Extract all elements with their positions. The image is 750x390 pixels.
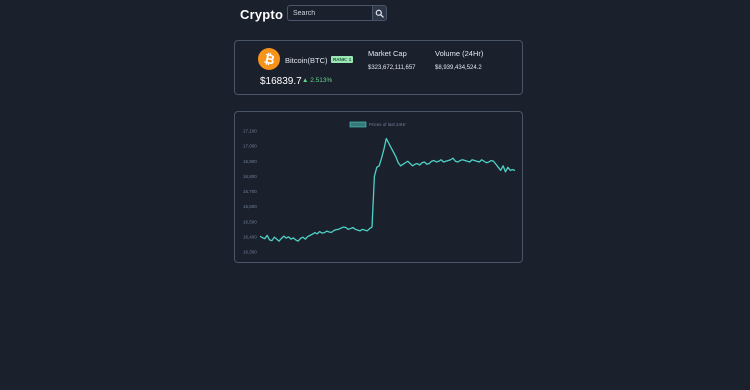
coin-info-card: ₿ Bitcoin(BTC) RANK: 1 $16839.7 ▲ 2.513%…: [234, 40, 523, 95]
y-tick-label: 17,000: [243, 144, 257, 149]
price-series-line: [259, 137, 516, 242]
y-tick-label: 16,600: [243, 204, 257, 209]
search-bar: [287, 5, 387, 21]
y-tick-label: 16,800: [243, 174, 257, 179]
app-header: Crypto: [240, 5, 283, 23]
bitcoin-icon: ₿: [258, 48, 280, 70]
market-cap-label: Market Cap: [368, 49, 407, 58]
price-change: ▲ 2.513%: [302, 77, 332, 84]
volume-value: $8,939,434,524.2: [435, 65, 482, 71]
coin-name: Bitcoin(BTC): [285, 56, 328, 65]
legend-label: Prices of last 24Hr: [369, 122, 406, 127]
volume-label: Volume (24Hr): [435, 49, 484, 58]
search-input[interactable]: [287, 5, 372, 21]
price-chart-card: 16,300 16,400 16,500 16,600 16,700 16,800 16,9…: [234, 111, 523, 263]
arrow-up-icon: ▲: [302, 77, 309, 84]
market-cap-value: $323,672,111,657: [368, 65, 416, 71]
coin-price: $16839.7: [260, 76, 302, 87]
y-tick-label: 16,900: [243, 159, 257, 164]
price-change-value: 2.513%: [310, 77, 333, 84]
price-chart: 16,300 16,400 16,500 16,600 16,700 16,800 16,9…: [243, 121, 516, 255]
y-tick-label: 16,500: [243, 219, 257, 224]
app-title: Crypto: [240, 6, 284, 22]
y-tick-label: 16,300: [243, 250, 257, 255]
y-tick-label: 16,400: [243, 234, 257, 239]
search-button[interactable]: [372, 5, 387, 21]
search-icon: [375, 9, 384, 18]
y-tick-label: 16,700: [243, 189, 257, 194]
rank-badge: RANK: 1: [331, 56, 354, 63]
y-tick-label: 17,100: [243, 129, 257, 134]
legend-swatch: [349, 121, 367, 128]
